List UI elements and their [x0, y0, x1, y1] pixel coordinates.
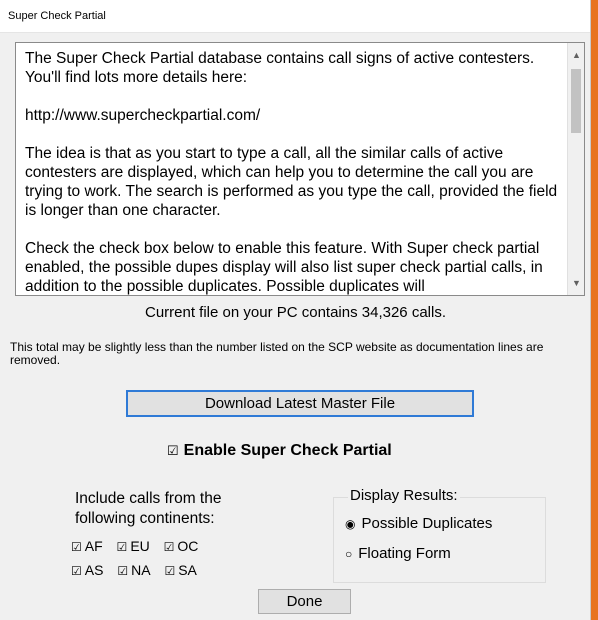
continent-row-2: ☑ AS ☑ NA ☑ SA [71, 562, 207, 578]
radio-possible-duplicates[interactable]: ◉ Possible Duplicates [345, 515, 492, 532]
enable-scp-checkbox[interactable]: ☑ Enable Super Check Partial [167, 442, 392, 460]
continent-label: OC [177, 538, 199, 554]
radio-label: Possible Duplicates [361, 515, 493, 532]
checkbox-checked-icon[interactable]: ☑ [71, 540, 82, 554]
description-textarea[interactable]: The Super Check Partial database contain… [15, 42, 585, 296]
continent-row-1: ☑ AF ☑ EU ☑ OC [71, 538, 208, 554]
continents-label: Include calls from the following contine… [75, 489, 221, 529]
checkbox-checked-icon[interactable]: ☑ [164, 564, 175, 578]
radio-unselected-icon[interactable]: ○ [345, 547, 352, 561]
checkbox-checked-icon[interactable]: ☑ [71, 564, 82, 578]
scp-dialog: Super Check Partial The Super Check Part… [0, 0, 591, 620]
continent-checkbox-oc[interactable]: ☑ OC [164, 538, 199, 554]
continents-label-line2: following continents: [75, 510, 215, 527]
continent-label: SA [178, 562, 197, 578]
continent-checkbox-sa[interactable]: ☑ SA [164, 562, 196, 578]
continent-checkbox-as[interactable]: ☑ AS [71, 562, 103, 578]
continent-checkbox-eu[interactable]: ☑ EU [117, 538, 150, 554]
continent-label: AS [84, 562, 104, 578]
enable-scp-label: Enable Super Check Partial [183, 442, 392, 459]
documentation-note: This total may be slightly less than the… [10, 340, 544, 367]
description-paragraph-1: The Super Check Partial database contain… [25, 50, 535, 86]
description-link[interactable]: http://www.supercheckpartial.com/ [25, 106, 562, 125]
window-title: Super Check Partial [0, 0, 590, 33]
description-text: The Super Check Partial database contain… [25, 49, 562, 295]
checkbox-checked-icon[interactable]: ☑ [117, 564, 128, 578]
download-master-file-button[interactable]: Download Latest Master File [126, 390, 474, 417]
continents-label-line1: Include calls from the [75, 490, 222, 507]
continent-label: AF [84, 538, 103, 554]
done-button[interactable]: Done [258, 589, 351, 614]
continent-label: NA [131, 562, 151, 578]
checkbox-checked-icon[interactable]: ☑ [164, 540, 175, 554]
description-paragraph-4: Check the check box below to enable this… [25, 240, 543, 295]
checkbox-checked-icon[interactable]: ☑ [117, 540, 128, 554]
description-paragraph-3: The idea is that as you start to type a … [25, 145, 558, 219]
radio-label: Floating Form [358, 545, 451, 562]
checkbox-checked-icon[interactable]: ☑ [167, 443, 179, 458]
vertical-scrollbar[interactable]: ▲ ▼ [567, 43, 584, 295]
scroll-down-icon[interactable]: ▼ [568, 275, 584, 292]
scroll-up-icon[interactable]: ▲ [568, 47, 584, 64]
radio-floating-form[interactable]: ○ Floating Form [345, 545, 451, 562]
display-results-group [333, 497, 546, 583]
radio-selected-icon[interactable]: ◉ [345, 517, 355, 531]
display-results-legend: Display Results: [348, 487, 460, 504]
continent-checkbox-na[interactable]: ☑ NA [117, 562, 150, 578]
continent-label: EU [130, 538, 150, 554]
continent-checkbox-af[interactable]: ☑ AF [71, 538, 103, 554]
current-file-count: Current file on your PC contains 34,326 … [145, 304, 446, 321]
scroll-thumb[interactable] [571, 69, 581, 133]
